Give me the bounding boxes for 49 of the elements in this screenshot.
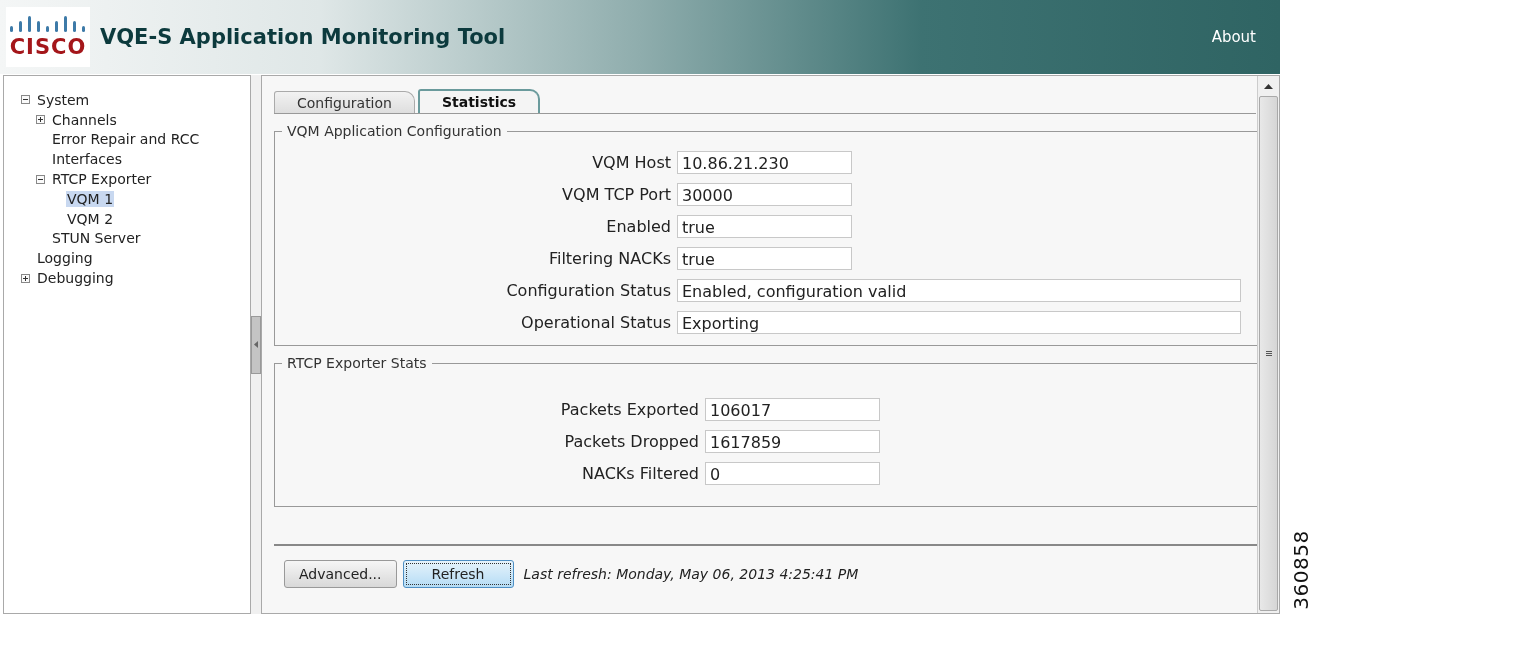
text-field[interactable]: Enabled, configuration valid (677, 279, 1241, 302)
tree-item[interactable]: Channels (51, 111, 118, 128)
field-label: Configuration Status (505, 281, 671, 300)
tab[interactable]: Configuration (274, 91, 415, 113)
text-field[interactable]: 30000 (677, 183, 852, 206)
text-field[interactable]: true (677, 247, 852, 270)
group-title: RTCP Exporter Stats (286, 355, 428, 371)
field-label: Operational Status (520, 313, 671, 332)
tree-item[interactable]: System (36, 91, 91, 108)
expand-icon[interactable] (36, 115, 45, 125)
scroll-thumb[interactable] (1259, 96, 1278, 611)
field-label: VQM TCP Port (561, 185, 671, 204)
collapse-icon[interactable] (36, 174, 45, 184)
up-arrow-icon[interactable] (1264, 83, 1273, 89)
text-field[interactable]: 106017 (705, 398, 880, 421)
left-arrow-icon (254, 341, 258, 348)
tree-item[interactable]: Interfaces (51, 151, 123, 168)
action-button[interactable]: Advanced... (284, 560, 397, 588)
tree-item[interactable]: Logging (36, 250, 94, 267)
tree-item[interactable]: Debugging (36, 270, 115, 287)
tab[interactable]: Statistics (417, 89, 541, 113)
group-title: VQM Application Configuration (286, 123, 503, 139)
text-field[interactable]: true (677, 215, 852, 238)
tree-item[interactable]: VQM 2 (66, 210, 115, 227)
app-title: VQE-S Application Monitoring Tool (100, 25, 507, 49)
last-refresh-text: Last refresh: Monday, May 06, 2013 4:25:41 PM (523, 566, 859, 582)
tree-item[interactable]: STUN Server (51, 230, 142, 247)
action-button[interactable]: Refresh (402, 560, 514, 588)
text-field[interactable]: 0 (705, 462, 880, 485)
field-label: VQM Host (591, 153, 671, 172)
logo-text: CISCO (9, 36, 87, 58)
field-label: NACKs Filtered (581, 464, 699, 483)
text-field[interactable]: 10.86.21.230 (677, 151, 852, 174)
figure-number: 360858 (1289, 530, 1313, 610)
field-label: Filtering NACKs (547, 249, 671, 268)
field-label: Packets Exported (559, 400, 699, 419)
about-link[interactable]: About (1211, 28, 1256, 46)
tree-item[interactable]: Error Repair and RCC (51, 131, 201, 148)
tree-item[interactable]: RTCP Exporter (51, 171, 153, 188)
splitter-handle[interactable] (251, 315, 261, 374)
scrollbar[interactable] (1257, 76, 1279, 613)
expand-icon[interactable] (21, 273, 30, 283)
field-label: Packets Dropped (563, 432, 699, 451)
tree-item[interactable]: VQM 1 (66, 190, 115, 207)
text-field[interactable]: 1617859 (705, 430, 880, 453)
collapse-icon[interactable] (21, 95, 30, 105)
text-field[interactable]: Exporting (677, 311, 1241, 334)
field-label: Enabled (605, 217, 671, 236)
grip-icon (1265, 351, 1272, 356)
